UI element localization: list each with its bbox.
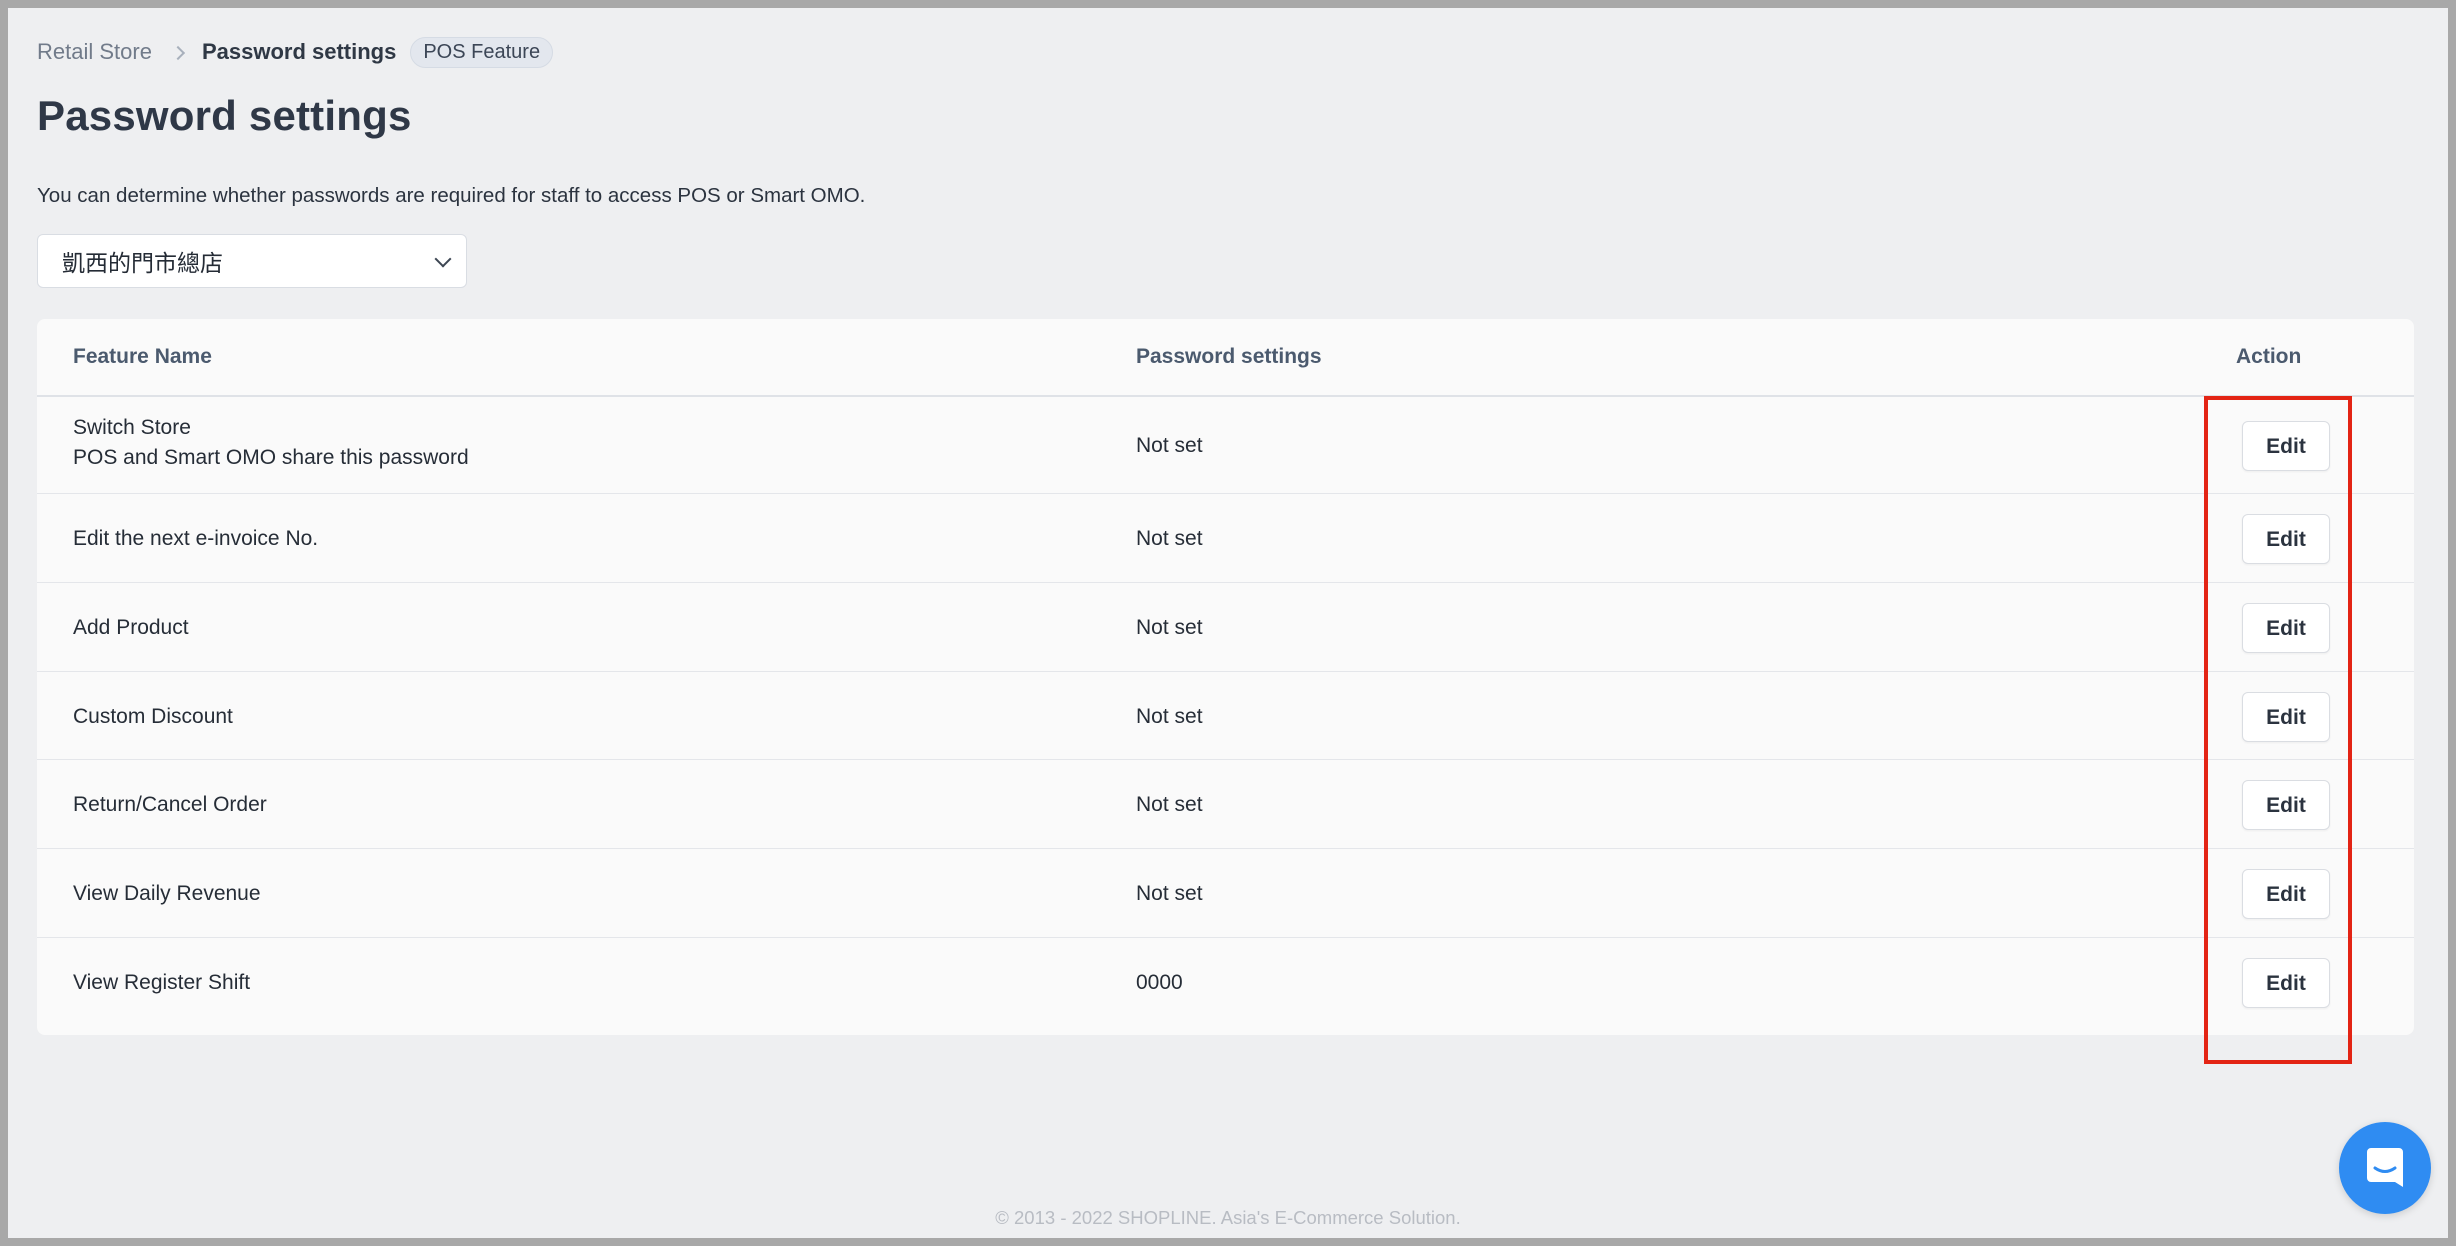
password-settings-table: Feature Name Password settings Action Sw…	[37, 319, 2414, 1035]
table-header: Feature Name Password settings Action	[37, 319, 2414, 397]
table-row: Add Product Not set Edit	[37, 583, 2414, 672]
feature-name: Add Product	[73, 616, 189, 639]
chat-launcher-button[interactable]	[2339, 1122, 2431, 1214]
feature-name: View Register Shift	[73, 971, 251, 994]
table-row: Return/Cancel Order Not set Edit	[37, 760, 2414, 849]
footer-copyright: © 2013 - 2022 SHOPLINE. Asia's E-Commerc…	[995, 1207, 1461, 1228]
feature-name: Custom Discount	[73, 705, 233, 728]
password-setting-value: Not set	[1136, 882, 1203, 905]
table-row: View Daily Revenue Not set Edit	[37, 849, 2414, 938]
feature-name: View Daily Revenue	[73, 882, 261, 905]
pos-feature-badge: POS Feature	[410, 36, 554, 68]
feature-name: Edit the next e-invoice No.	[73, 527, 319, 550]
table-row: Switch Store POS and Smart OMO share thi…	[37, 397, 2414, 494]
chevron-right-icon	[172, 45, 186, 59]
page-description: You can determine whether passwords are …	[37, 184, 866, 207]
password-setting-value: Not set	[1136, 705, 1203, 728]
header-password-settings: Password settings	[1136, 345, 1322, 368]
app-window: Retail Store Password settings POS Featu…	[8, 8, 2448, 1238]
password-setting-value: Not set	[1136, 527, 1203, 550]
page-title: Password settings	[37, 92, 412, 139]
password-setting-value: Not set	[1136, 793, 1203, 816]
store-select[interactable]: 凱西的門市總店	[37, 234, 467, 288]
breadcrumb-current: Password settings	[201, 39, 397, 64]
feature-note: POS and Smart OMO share this password	[73, 446, 469, 469]
header-action: Action	[2236, 345, 2302, 368]
header-feature-name: Feature Name	[73, 345, 212, 368]
feature-name: Switch Store	[73, 416, 191, 439]
table-row: Custom Discount Not set Edit	[37, 672, 2414, 760]
table-row: View Register Shift 0000 Edit	[37, 938, 2414, 1027]
feature-name: Return/Cancel Order	[73, 793, 267, 816]
password-setting-value: Not set	[1136, 434, 1203, 457]
password-setting-value: Not set	[1136, 616, 1203, 639]
chat-icon	[2367, 1148, 2403, 1187]
breadcrumb: Retail Store Password settings POS Featu…	[37, 34, 554, 70]
store-select-value: 凱西的門市總店	[62, 250, 223, 276]
chevron-down-icon	[434, 250, 452, 268]
password-setting-value: 0000	[1136, 971, 1183, 994]
action-column-highlight	[2204, 396, 2352, 1064]
table-row: Edit the next e-invoice No. Not set Edit	[37, 494, 2414, 583]
breadcrumb-retail-store[interactable]: Retail Store	[37, 39, 152, 65]
